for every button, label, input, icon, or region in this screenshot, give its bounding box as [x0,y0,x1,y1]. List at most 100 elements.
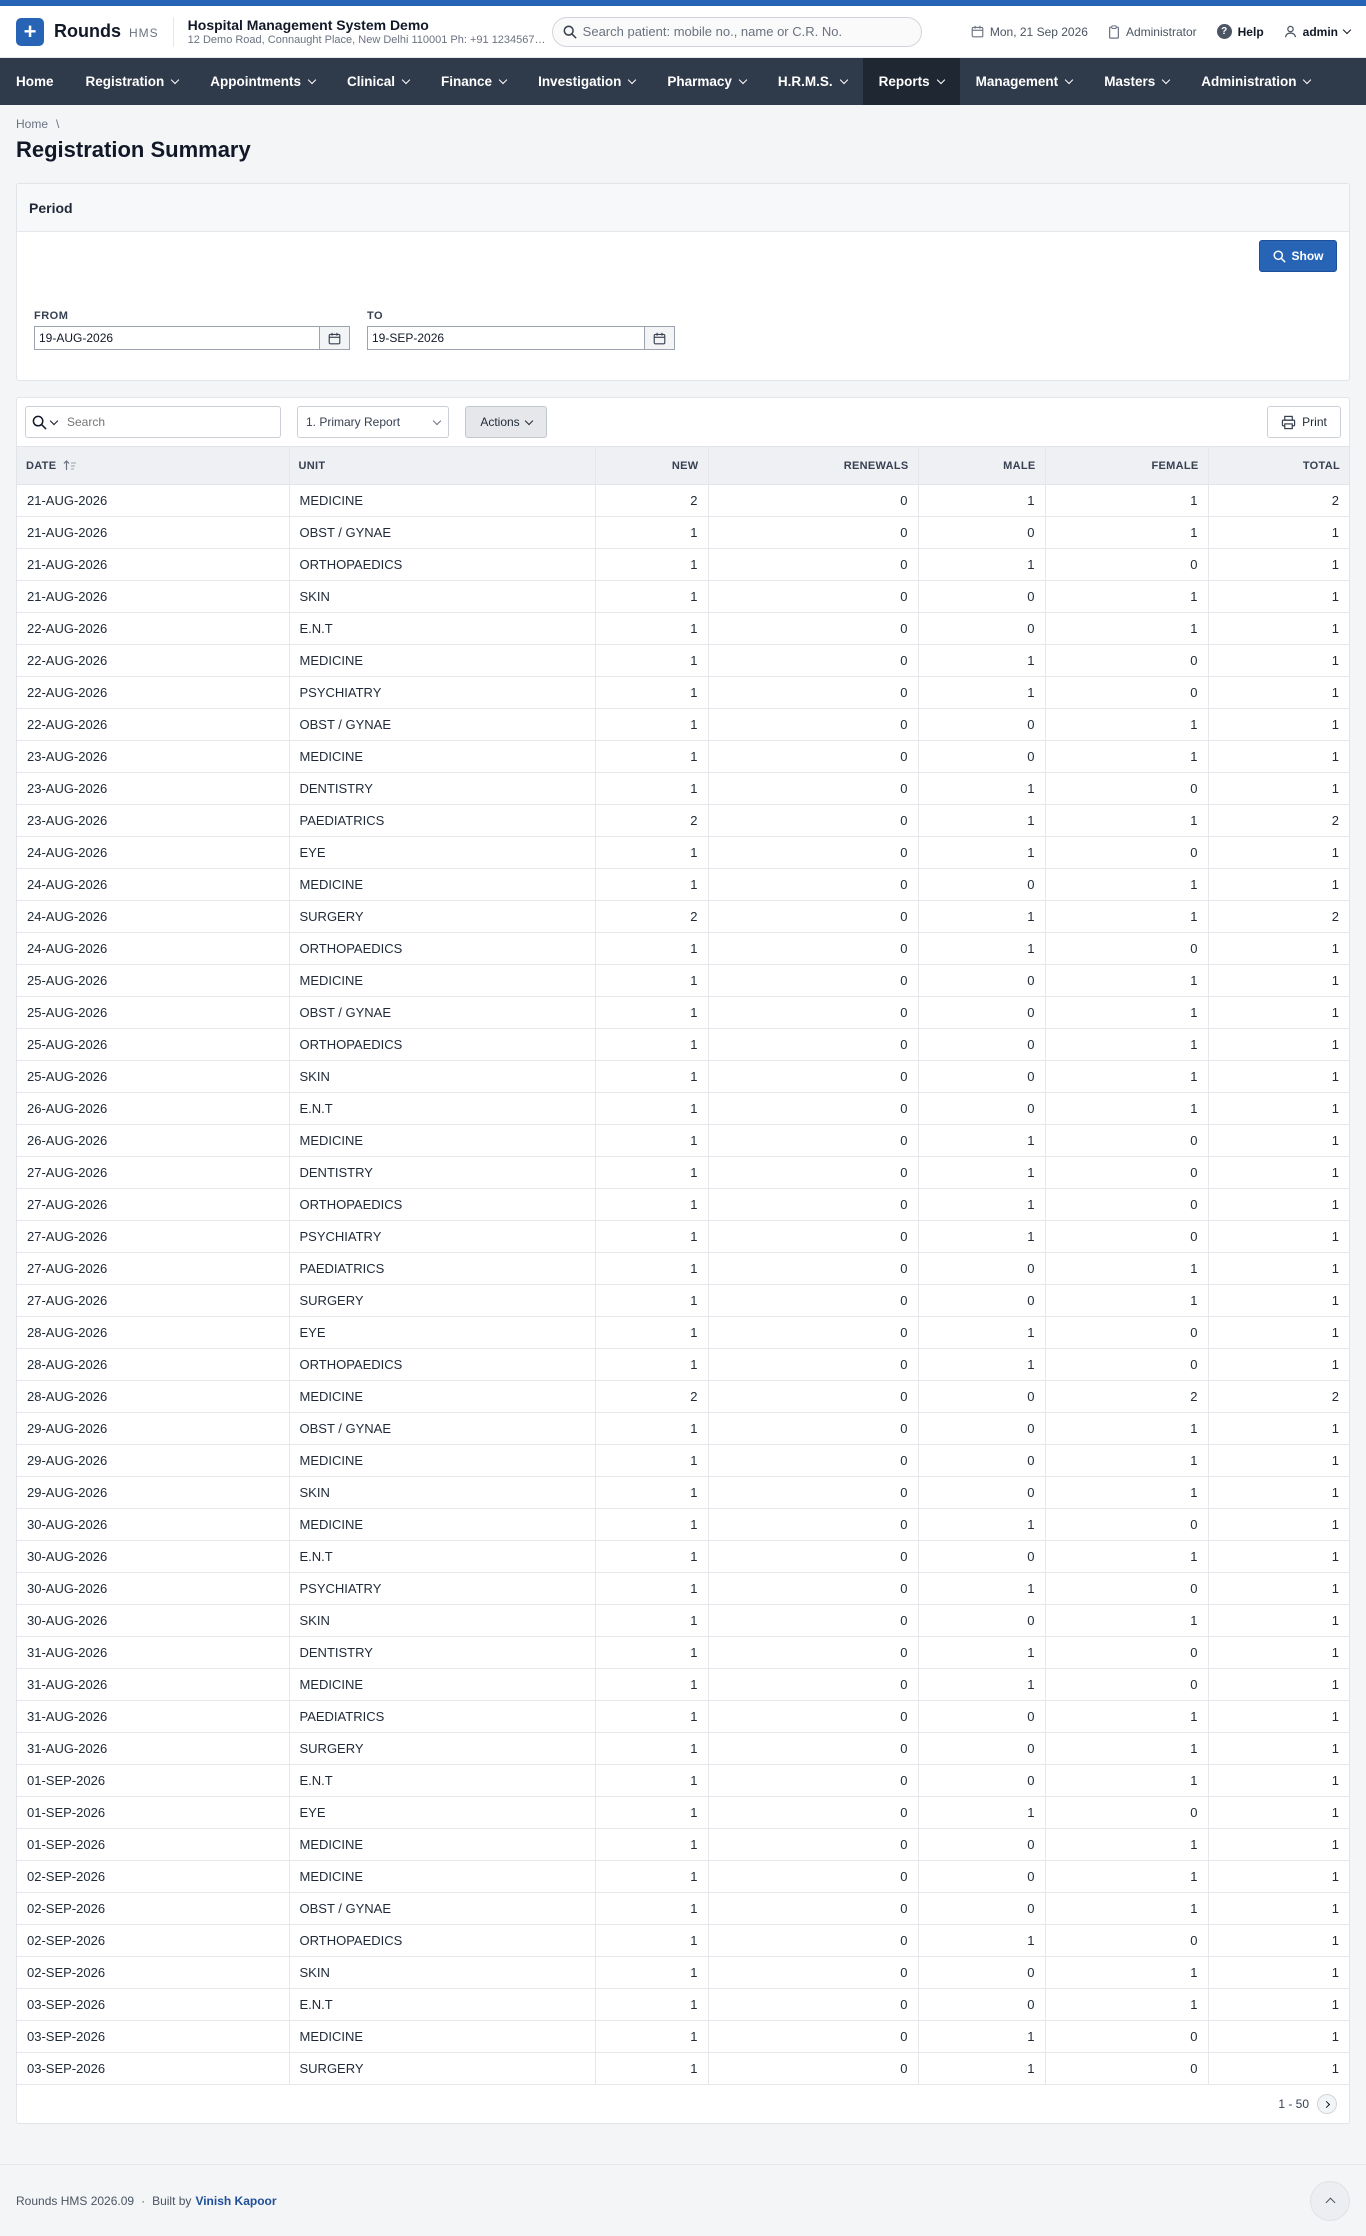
show-button[interactable]: Show [1259,240,1337,272]
table-row[interactable]: 22-AUG-2026 E.N.T 1 0 0 1 1 [17,612,1349,645]
table-row[interactable]: 21-AUG-2026 OBST / GYNAE 1 0 0 1 1 [17,516,1349,549]
table-row[interactable]: 24-AUG-2026 EYE 1 0 1 0 1 [17,836,1349,869]
table-row[interactable]: 24-AUG-2026 ORTHOPAEDICS 1 0 1 0 1 [17,932,1349,965]
col-female[interactable]: FEMALE [1044,446,1208,485]
table-row[interactable]: 03-SEP-2026 SURGERY 1 0 1 0 1 [17,2052,1349,2085]
table-row[interactable]: 22-AUG-2026 OBST / GYNAE 1 0 0 1 1 [17,708,1349,741]
table-row[interactable]: 27-AUG-2026 PSYCHIATRY 1 0 1 0 1 [17,1220,1349,1253]
table-row[interactable]: 23-AUG-2026 PAEDIATRICS 2 0 1 1 2 [17,804,1349,837]
report-type-select[interactable]: 1. Primary Report [297,406,449,438]
next-page-button[interactable] [1317,2094,1337,2114]
nav-item-masters[interactable]: Masters [1088,58,1185,105]
table-row[interactable]: 23-AUG-2026 MEDICINE 1 0 0 1 1 [17,740,1349,773]
table-row[interactable]: 21-AUG-2026 SKIN 1 0 0 1 1 [17,580,1349,613]
table-row[interactable]: 30-AUG-2026 E.N.T 1 0 0 1 1 [17,1540,1349,1573]
col-renewals[interactable]: RENEWALS [707,446,918,485]
table-row[interactable]: 02-SEP-2026 OBST / GYNAE 1 0 0 1 1 [17,1892,1349,1925]
to-date-input[interactable] [367,326,645,350]
sort-ascending-icon[interactable] [63,460,77,471]
col-total[interactable]: TOTAL [1207,446,1349,485]
nav-item-administration[interactable]: Administration [1185,58,1326,105]
table-row[interactable]: 01-SEP-2026 EYE 1 0 1 0 1 [17,1796,1349,1829]
table-row[interactable]: 24-AUG-2026 SURGERY 2 0 1 1 2 [17,900,1349,933]
chevron-down-icon[interactable] [49,416,59,425]
nav-item-finance[interactable]: Finance [425,58,522,105]
table-row[interactable]: 28-AUG-2026 ORTHOPAEDICS 1 0 1 0 1 [17,1348,1349,1381]
table-row[interactable]: 26-AUG-2026 MEDICINE 1 0 1 0 1 [17,1124,1349,1157]
table-row[interactable]: 21-AUG-2026 ORTHOPAEDICS 1 0 1 0 1 [17,548,1349,581]
cell-total: 1 [1207,1412,1349,1445]
table-row[interactable]: 26-AUG-2026 E.N.T 1 0 0 1 1 [17,1092,1349,1125]
cell-date: 21-AUG-2026 [17,484,289,517]
table-row[interactable]: 03-SEP-2026 MEDICINE 1 0 1 0 1 [17,2020,1349,2053]
user-menu[interactable]: admin [1284,25,1352,39]
app-name[interactable]: Rounds [54,21,121,42]
col-new[interactable]: NEW [594,446,708,485]
breadcrumb-home[interactable]: Home [16,117,48,131]
print-button[interactable]: Print [1267,406,1341,438]
nav-item-h-r-m-s[interactable]: H.R.M.S. [762,58,863,105]
table-row[interactable]: 01-SEP-2026 E.N.T 1 0 0 1 1 [17,1764,1349,1797]
scroll-to-top-button[interactable] [1310,2180,1350,2221]
nav-item-clinical[interactable]: Clinical [331,58,425,105]
nav-item-pharmacy[interactable]: Pharmacy [651,58,762,105]
nav-item-management[interactable]: Management [960,58,1089,105]
from-calendar-button[interactable] [320,326,350,350]
table-row[interactable]: 24-AUG-2026 MEDICINE 1 0 0 1 1 [17,868,1349,901]
col-unit[interactable]: UNIT [288,446,595,485]
help-link[interactable]: ? Help [1216,24,1264,39]
from-date-input[interactable] [34,326,320,350]
app-logo-icon[interactable]: + [16,17,44,46]
patient-search-input[interactable] [582,24,903,39]
col-male[interactable]: MALE [917,446,1045,485]
cell-male: 0 [917,1412,1045,1445]
nav-item-reports[interactable]: Reports [862,58,960,105]
table-search-input[interactable] [67,415,267,429]
col-date[interactable]: DATE [17,446,289,485]
table-row[interactable]: 03-SEP-2026 E.N.T 1 0 0 1 1 [17,1988,1349,2021]
table-row[interactable]: 28-AUG-2026 MEDICINE 2 0 0 2 2 [17,1380,1349,1413]
table-row[interactable]: 22-AUG-2026 PSYCHIATRY 1 0 1 0 1 [17,676,1349,709]
table-row[interactable]: 27-AUG-2026 SURGERY 1 0 0 1 1 [17,1284,1349,1317]
cell-renewals: 0 [707,1188,918,1221]
nav-item-home[interactable]: Home [0,58,70,105]
table-row[interactable]: 25-AUG-2026 OBST / GYNAE 1 0 0 1 1 [17,996,1349,1029]
table-row[interactable]: 31-AUG-2026 DENTISTRY 1 0 1 0 1 [17,1636,1349,1669]
to-calendar-button[interactable] [645,326,675,350]
table-row[interactable]: 28-AUG-2026 EYE 1 0 1 0 1 [17,1316,1349,1349]
table-row[interactable]: 30-AUG-2026 MEDICINE 1 0 1 0 1 [17,1508,1349,1541]
footer-author-link[interactable]: Vinish Kapoor [195,2194,276,2208]
table-row[interactable]: 22-AUG-2026 MEDICINE 1 0 1 0 1 [17,644,1349,677]
nav-item-appointments[interactable]: Appointments [194,58,331,105]
table-row[interactable]: 25-AUG-2026 MEDICINE 1 0 0 1 1 [17,964,1349,997]
cell-date: 23-AUG-2026 [17,740,289,773]
table-row[interactable]: 31-AUG-2026 SURGERY 1 0 0 1 1 [17,1732,1349,1765]
table-row[interactable]: 30-AUG-2026 SKIN 1 0 0 1 1 [17,1604,1349,1637]
table-row[interactable]: 29-AUG-2026 OBST / GYNAE 1 0 0 1 1 [17,1412,1349,1445]
patient-search[interactable] [551,16,922,47]
table-row[interactable]: 02-SEP-2026 MEDICINE 1 0 0 1 1 [17,1860,1349,1893]
table-search[interactable] [25,406,281,438]
table-row[interactable]: 23-AUG-2026 DENTISTRY 1 0 1 0 1 [17,772,1349,805]
cell-total: 1 [1207,964,1349,997]
table-row[interactable]: 25-AUG-2026 SKIN 1 0 0 1 1 [17,1060,1349,1093]
table-row[interactable]: 31-AUG-2026 MEDICINE 1 0 1 0 1 [17,1668,1349,1701]
table-row[interactable]: 29-AUG-2026 MEDICINE 1 0 0 1 1 [17,1444,1349,1477]
table-row[interactable]: 21-AUG-2026 MEDICINE 2 0 1 1 2 [17,484,1349,517]
cell-date: 22-AUG-2026 [17,644,289,677]
header-role[interactable]: Administrator [1108,25,1197,39]
actions-button[interactable]: Actions [465,406,547,438]
table-row[interactable]: 02-SEP-2026 SKIN 1 0 0 1 1 [17,1956,1349,1989]
table-row[interactable]: 31-AUG-2026 PAEDIATRICS 1 0 0 1 1 [17,1700,1349,1733]
table-row[interactable]: 02-SEP-2026 ORTHOPAEDICS 1 0 1 0 1 [17,1924,1349,1957]
nav-item-registration[interactable]: Registration [70,58,195,105]
cell-male: 0 [917,1892,1045,1925]
table-row[interactable]: 27-AUG-2026 ORTHOPAEDICS 1 0 1 0 1 [17,1188,1349,1221]
table-row[interactable]: 01-SEP-2026 MEDICINE 1 0 0 1 1 [17,1828,1349,1861]
table-row[interactable]: 25-AUG-2026 ORTHOPAEDICS 1 0 0 1 1 [17,1028,1349,1061]
table-row[interactable]: 29-AUG-2026 SKIN 1 0 0 1 1 [17,1476,1349,1509]
table-row[interactable]: 30-AUG-2026 PSYCHIATRY 1 0 1 0 1 [17,1572,1349,1605]
table-row[interactable]: 27-AUG-2026 PAEDIATRICS 1 0 0 1 1 [17,1252,1349,1285]
nav-item-investigation[interactable]: Investigation [522,58,651,105]
table-row[interactable]: 27-AUG-2026 DENTISTRY 1 0 1 0 1 [17,1156,1349,1189]
